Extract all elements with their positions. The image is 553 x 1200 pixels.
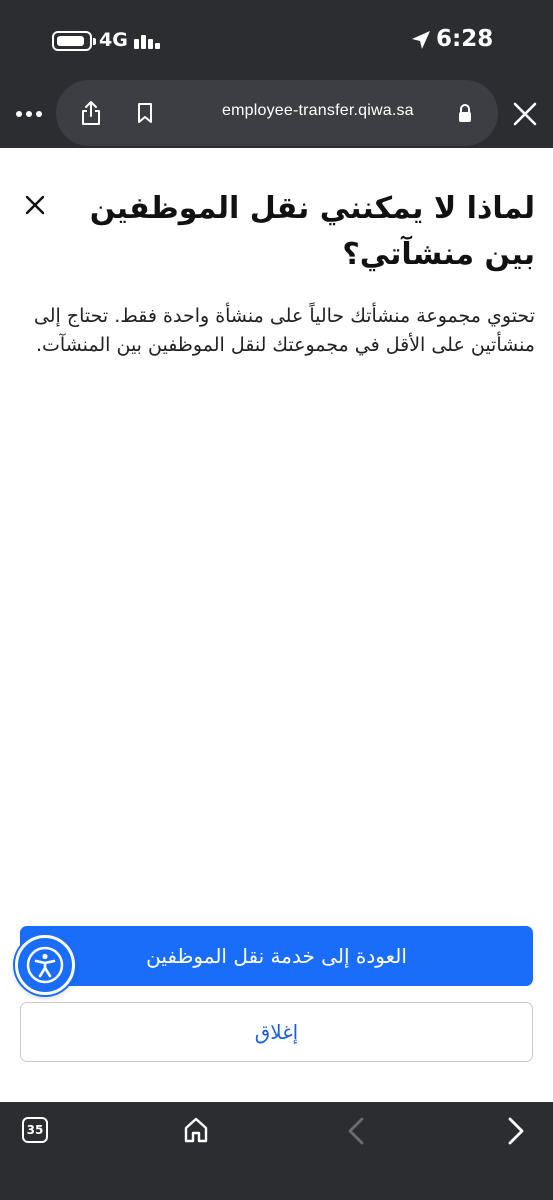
- accessibility-icon: [26, 946, 64, 984]
- close-button[interactable]: إغلاق: [20, 1002, 533, 1062]
- dialog-title: لماذا لا يمكنني نقل الموظفين بين منشآتي؟: [89, 191, 535, 272]
- close-dialog-icon[interactable]: [22, 192, 48, 218]
- more-icon[interactable]: [14, 100, 44, 128]
- back-to-transfer-button[interactable]: العودة إلى خدمة نقل الموظفين: [20, 926, 533, 986]
- url-text[interactable]: employee-transfer.qiwa.sa: [222, 102, 414, 120]
- dialog-body: تحتوي مجموعة منشأتك حالياً على منشأة واح…: [33, 305, 535, 356]
- accessibility-button[interactable]: [15, 935, 75, 995]
- browser-address-area: employee-transfer.qiwa.sa: [0, 80, 553, 148]
- tab-count: 35: [26, 1123, 44, 1137]
- battery-icon: [52, 31, 96, 51]
- location-arrow-icon: [412, 31, 430, 49]
- home-icon[interactable]: [183, 1116, 209, 1144]
- tabs-icon[interactable]: 35: [22, 1117, 48, 1143]
- share-icon[interactable]: [80, 100, 102, 126]
- forward-icon[interactable]: [506, 1116, 526, 1146]
- bookmark-icon[interactable]: [136, 102, 154, 124]
- close-icon[interactable]: [512, 101, 538, 127]
- browser-toolbar: 35: [0, 1102, 553, 1200]
- back-icon[interactable]: [346, 1116, 366, 1146]
- status-bar: 4G 6:28: [0, 0, 553, 80]
- address-bar[interactable]: employee-transfer.qiwa.sa: [56, 80, 498, 146]
- network-type: 4G: [99, 29, 128, 51]
- clock: 6:28: [436, 26, 494, 52]
- signal-icon: [134, 31, 164, 49]
- lock-icon: [459, 104, 471, 122]
